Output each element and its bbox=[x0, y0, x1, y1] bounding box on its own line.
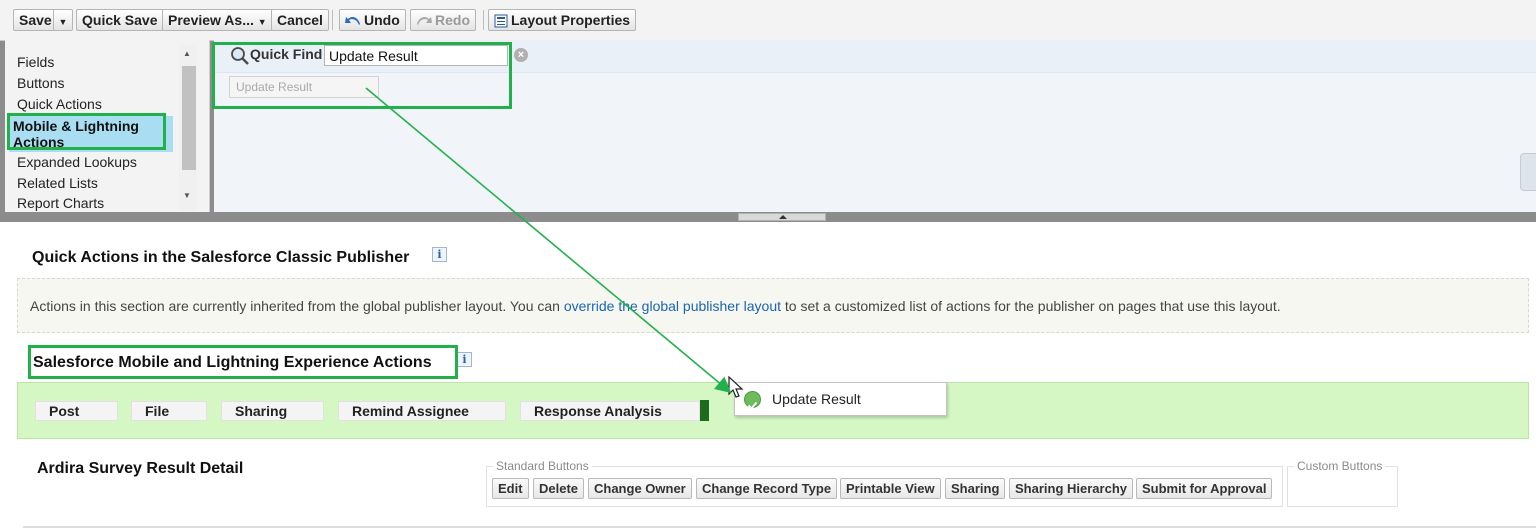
palette-collapse-tab[interactable] bbox=[1520, 153, 1536, 191]
check-icon bbox=[744, 391, 761, 410]
save-button[interactable]: Save bbox=[13, 9, 58, 31]
dragged-item-label: Update Result bbox=[772, 391, 861, 407]
category-highlight bbox=[7, 113, 166, 150]
scrollbar-thumb[interactable] bbox=[182, 66, 196, 170]
cancel-label: Cancel bbox=[277, 12, 323, 28]
redo-icon bbox=[417, 17, 432, 26]
scroll-down-arrow-icon[interactable]: ▼ bbox=[183, 191, 191, 200]
redo-label: Redo bbox=[435, 12, 470, 28]
drop-insertion-marker bbox=[700, 400, 709, 421]
clear-icon[interactable]: × bbox=[514, 48, 528, 62]
redo-button[interactable]: Redo bbox=[410, 9, 476, 31]
mobile-actions-title-highlight bbox=[28, 345, 458, 379]
dragged-item-update-result[interactable]: Update Result bbox=[734, 382, 947, 416]
layout-properties-label: Layout Properties bbox=[511, 12, 631, 28]
quick-save-button[interactable]: Quick Save bbox=[76, 9, 164, 31]
publisher-inherit-message: Actions in this section are currently in… bbox=[17, 278, 1529, 333]
layout-properties-button[interactable]: Layout Properties bbox=[488, 9, 637, 31]
layout-editor-palette: Save ▼ Quick Save Preview As... ▼ Cancel… bbox=[0, 0, 1536, 222]
cursor-icon bbox=[728, 376, 744, 398]
undo-button[interactable]: Undo bbox=[339, 9, 406, 31]
override-global-layout-link[interactable]: override the global publisher layout bbox=[564, 298, 781, 314]
edit-button[interactable]: Edit bbox=[492, 478, 529, 499]
custom-buttons-legend: Custom Buttons bbox=[1294, 459, 1386, 473]
category-report-charts[interactable]: Report Charts bbox=[17, 195, 104, 211]
printable-view-button[interactable]: Printable View bbox=[840, 478, 941, 499]
scroll-up-arrow-icon[interactable]: ▲ bbox=[183, 49, 191, 58]
category-related-lists[interactable]: Related Lists bbox=[17, 175, 98, 191]
category-scrollbar[interactable]: ▲ ▼ bbox=[179, 45, 197, 210]
quick-save-label: Quick Save bbox=[82, 12, 158, 28]
cancel-button[interactable]: Cancel bbox=[271, 9, 329, 31]
editor-toolbar: Save ▼ Quick Save Preview As... ▼ Cancel… bbox=[0, 0, 1536, 41]
collapse-palette-handle[interactable] bbox=[738, 213, 826, 221]
save-label: Save bbox=[19, 12, 52, 28]
sharing-hierarchy-button[interactable]: Sharing Hierarchy bbox=[1009, 478, 1133, 499]
category-quick-actions[interactable]: Quick Actions bbox=[17, 96, 102, 112]
dropdown-arrow-icon: ▼ bbox=[58, 17, 68, 27]
category-buttons[interactable]: Buttons bbox=[17, 75, 64, 91]
undo-label: Undo bbox=[364, 12, 400, 28]
delete-button[interactable]: Delete bbox=[533, 478, 585, 499]
change-record-type-button[interactable]: Change Record Type bbox=[696, 478, 838, 499]
action-post[interactable]: Post bbox=[35, 401, 118, 421]
action-sharing[interactable]: Sharing bbox=[221, 401, 324, 421]
detail-section-title: Ardira Survey Result Detail bbox=[37, 460, 244, 477]
inherit-text-after: to set a customized list of actions for … bbox=[781, 298, 1281, 314]
section-divider bbox=[23, 526, 1536, 528]
quick-find-highlight bbox=[212, 42, 512, 109]
info-icon[interactable]: i bbox=[432, 247, 447, 262]
save-dropdown-button[interactable]: ▼ bbox=[53, 9, 73, 31]
preview-as-button[interactable]: Preview As... ▼ bbox=[162, 9, 273, 31]
submit-for-approval-button[interactable]: Submit for Approval bbox=[1136, 478, 1273, 499]
action-file[interactable]: File bbox=[131, 401, 207, 421]
layout-properties-icon bbox=[494, 14, 508, 28]
action-remind-assignee[interactable]: Remind Assignee bbox=[338, 401, 506, 421]
preview-as-label: Preview As... bbox=[168, 12, 254, 28]
inherit-text-before: Actions in this section are currently in… bbox=[30, 298, 564, 314]
action-response-analysis[interactable]: Response Analysis bbox=[520, 401, 700, 421]
custom-buttons-group: Custom Buttons bbox=[1287, 459, 1398, 507]
category-expanded-lookups[interactable]: Expanded Lookups bbox=[17, 154, 137, 170]
category-fields[interactable]: Fields bbox=[17, 54, 54, 70]
standard-buttons-legend: Standard Buttons bbox=[493, 459, 592, 473]
toolbar-separator bbox=[332, 10, 333, 30]
dropdown-arrow-icon: ▼ bbox=[257, 17, 267, 27]
undo-icon bbox=[345, 17, 360, 26]
toolbar-separator bbox=[483, 10, 484, 30]
publisher-section-title: Quick Actions in the Salesforce Classic … bbox=[32, 249, 410, 266]
change-owner-button[interactable]: Change Owner bbox=[588, 478, 692, 499]
sharing-button[interactable]: Sharing bbox=[945, 478, 1006, 499]
info-icon[interactable]: i bbox=[457, 352, 472, 367]
